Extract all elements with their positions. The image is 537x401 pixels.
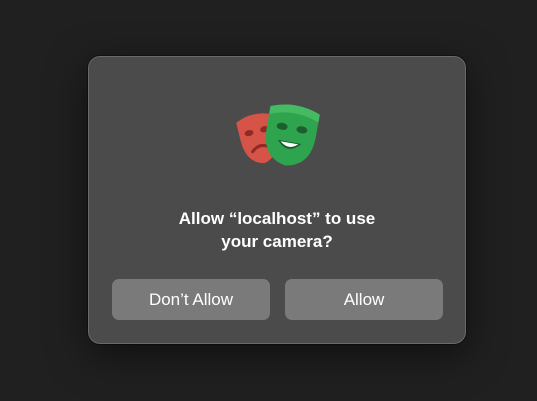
permission-message-line2: your camera? <box>221 232 333 251</box>
dont-allow-button[interactable]: Don’t Allow <box>112 279 270 320</box>
permission-message: Allow “localhost” to use your camera? <box>89 207 465 253</box>
permission-message-line1: Allow “localhost” to use <box>178 209 376 228</box>
camera-permission-dialog: Allow “localhost” to use your camera? Do… <box>88 56 466 344</box>
allow-button[interactable]: Allow <box>285 279 443 320</box>
playwright-masks-icon <box>236 98 320 168</box>
